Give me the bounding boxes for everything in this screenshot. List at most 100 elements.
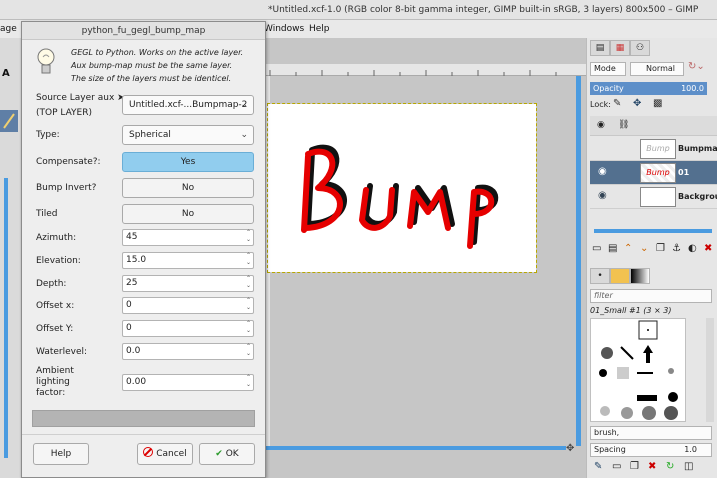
- refresh-brushes-icon[interactable]: ↻: [666, 461, 674, 472]
- eye-header-icon: ◉: [597, 120, 605, 130]
- delete-layer-icon[interactable]: ✖: [704, 243, 712, 254]
- azimuth-value: 45: [126, 232, 138, 242]
- spin-arrows-icon[interactable]: ⌃ ⌄: [246, 297, 251, 311]
- waterlevel-spinner[interactable]: 0.0 ⌃ ⌄: [122, 343, 254, 360]
- brush-name: 01_Small #1 (3 × 3): [590, 306, 672, 315]
- brush-tab-icon[interactable]: •: [590, 268, 610, 284]
- type-combo[interactable]: Spherical ⌄: [122, 125, 254, 145]
- opacity-value: 100.0: [681, 84, 704, 93]
- brush-scrollbar[interactable]: [706, 318, 714, 422]
- elevation-spinner[interactable]: 15.0 ⌃ ⌄: [122, 252, 254, 269]
- description-line: Aux bump-map must be the same layer.: [71, 61, 233, 70]
- layer-name: Background: [678, 192, 717, 201]
- eye-icon[interactable]: ◉: [598, 190, 607, 201]
- depth-spinner[interactable]: 25 ⌃ ⌄: [122, 275, 254, 292]
- bump-invert-toggle[interactable]: No: [122, 178, 254, 198]
- help-button[interactable]: Help: [33, 443, 89, 465]
- vertical-scrollbar[interactable]: [576, 76, 581, 446]
- ambient-spinner[interactable]: 0.00 ⌃ ⌄: [122, 374, 254, 391]
- horizontal-scrollbar[interactable]: [266, 446, 566, 450]
- compensate-toggle[interactable]: Yes: [122, 152, 254, 172]
- waterlevel-value: 0.0: [126, 346, 141, 356]
- azimuth-spinner[interactable]: 45 ⌃ ⌄: [122, 229, 254, 246]
- layers-header: ◉ ⛓: [590, 116, 717, 136]
- opacity-label: Opacity: [593, 84, 624, 93]
- ok-button[interactable]: ✔ OK: [199, 443, 255, 465]
- mode-select[interactable]: Normal: [630, 62, 684, 76]
- ambient-label-line: lighting: [36, 377, 70, 387]
- mode-reset-icon[interactable]: ↻⌄: [688, 61, 710, 77]
- lightbulb-icon: [36, 46, 56, 78]
- layer-name: 01: [678, 168, 690, 177]
- channels-tab-icon[interactable]: ▦: [610, 40, 630, 56]
- brush-tag-input[interactable]: brush,: [590, 426, 712, 440]
- compensate-label: Compensate?:: [36, 157, 101, 167]
- depth-value: 25: [126, 278, 138, 288]
- menu-windows[interactable]: Windows: [264, 20, 304, 38]
- mode-label: Mode: [590, 62, 626, 76]
- offset-y-spinner[interactable]: 0 ⌃ ⌄: [122, 320, 254, 337]
- spacing-slider[interactable]: Spacing 1.0: [590, 443, 712, 457]
- toolbox: A: [0, 38, 20, 478]
- ok-label: OK: [225, 449, 239, 459]
- menu-image[interactable]: age: [0, 20, 17, 38]
- source-layer-sublabel: (TOP LAYER): [36, 108, 93, 118]
- tiled-toggle[interactable]: No: [122, 204, 254, 224]
- mask-layer-icon[interactable]: ◐: [688, 243, 697, 254]
- source-layer-combo[interactable]: Untitled.xcf-...Bumpmap-2 ⌄: [122, 95, 254, 115]
- type-label: Type:: [36, 130, 60, 140]
- azimuth-label: Azimuth:: [36, 233, 77, 243]
- window-titlebar: *Untitled.xcf-1.0 (RGB color 8-bit gamma…: [0, 0, 717, 20]
- delete-brush-icon[interactable]: ✖: [648, 461, 656, 472]
- description-line: The size of the layers must be identicel…: [71, 74, 232, 83]
- spin-arrows-icon[interactable]: ⌃ ⌄: [246, 374, 251, 388]
- lock-alpha-icon[interactable]: ▩: [653, 98, 662, 109]
- lower-layer-icon[interactable]: ⌄: [640, 243, 648, 254]
- ambient-value: 0.00: [126, 377, 147, 387]
- spin-arrows-icon[interactable]: ⌃ ⌄: [246, 343, 251, 357]
- menu-help[interactable]: Help: [309, 20, 330, 38]
- chevron-down-icon: ⌄: [240, 130, 248, 140]
- paintbrush-tool-icon[interactable]: [0, 110, 18, 132]
- bump-map-dialog: python_fu_gegl_bump_map GEGL to Python. …: [21, 21, 266, 478]
- open-brush-icon[interactable]: ◫: [684, 461, 693, 472]
- tiled-label: Tiled: [36, 209, 58, 219]
- layer-row[interactable]: ◉ Background: [590, 185, 717, 209]
- edit-brush-icon[interactable]: ✎: [594, 461, 602, 472]
- duplicate-brush-icon[interactable]: ❐: [630, 461, 639, 472]
- spin-arrows-icon[interactable]: ⌃ ⌄: [246, 320, 251, 334]
- lock-label: Lock:: [590, 100, 611, 109]
- new-group-icon[interactable]: ▤: [608, 243, 617, 254]
- lock-position-icon[interactable]: ✥: [633, 98, 641, 109]
- offset-x-spinner[interactable]: 0 ⌃ ⌄: [122, 297, 254, 314]
- layer-row-selected[interactable]: ◉ Bump 01: [590, 161, 717, 185]
- raise-layer-icon[interactable]: ⌃: [624, 243, 632, 254]
- spin-arrows-icon[interactable]: ⌃ ⌄: [246, 229, 251, 243]
- layers-tab-icon[interactable]: ▤: [590, 40, 610, 56]
- brush-grid[interactable]: [590, 318, 686, 422]
- offset-x-value: 0: [126, 300, 132, 310]
- eye-icon[interactable]: ◉: [598, 166, 607, 177]
- duplicate-layer-icon[interactable]: ❐: [656, 243, 665, 254]
- brush-filter-input[interactable]: filter: [590, 289, 712, 303]
- cancel-button[interactable]: Cancel: [137, 443, 193, 465]
- pattern-tab-icon[interactable]: [610, 268, 630, 284]
- spin-arrows-icon[interactable]: ⌃ ⌄: [246, 275, 251, 289]
- text-tool-icon[interactable]: A: [2, 68, 14, 79]
- gradient-tab-icon[interactable]: [630, 268, 650, 284]
- paths-tab-icon[interactable]: ⚇: [630, 40, 650, 56]
- new-brush-icon[interactable]: ▭: [612, 461, 621, 472]
- new-layer-icon[interactable]: ▭: [592, 243, 601, 254]
- lock-pixels-icon[interactable]: ✎: [613, 98, 621, 109]
- spin-arrows-icon[interactable]: ⌃ ⌄: [246, 252, 251, 266]
- ambient-label-line: Ambient: [36, 366, 74, 376]
- layers-scrollbar[interactable]: [594, 229, 712, 233]
- anchor-layer-icon[interactable]: ⚓: [672, 243, 681, 254]
- window-title: *Untitled.xcf-1.0 (RGB color 8-bit gamma…: [268, 5, 699, 15]
- progress-bar: [32, 410, 255, 427]
- opacity-slider[interactable]: Opacity 100.0: [590, 82, 707, 95]
- image-canvas[interactable]: [267, 103, 537, 273]
- layer-row[interactable]: Bump Bumpmap: [590, 137, 717, 161]
- horizontal-ruler: [266, 64, 586, 76]
- offset-x-label: Offset x:: [36, 301, 75, 311]
